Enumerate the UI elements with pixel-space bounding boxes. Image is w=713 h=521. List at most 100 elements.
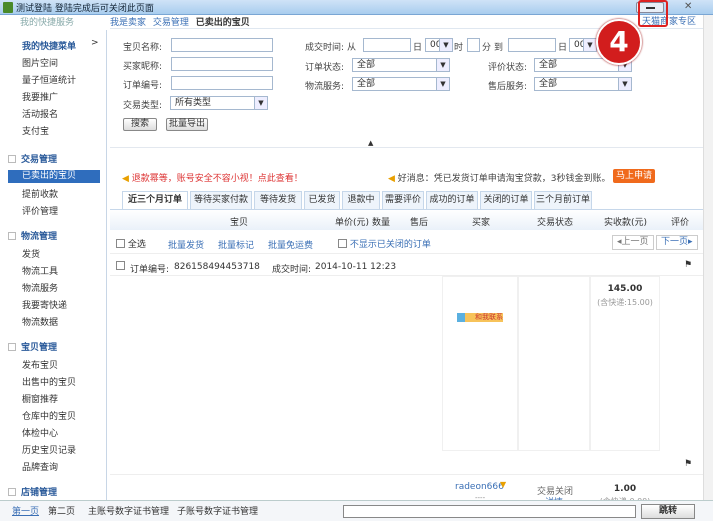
vertical-scrollbar[interactable]: [703, 15, 713, 500]
tab-older[interactable]: 三个月前订单: [534, 191, 592, 209]
col-buyer: 买家: [472, 218, 491, 228]
select-all-checkbox[interactable]: 全选: [116, 237, 146, 250]
sidebar-item[interactable]: 仓库中的宝贝: [22, 409, 76, 422]
sidebar-item[interactable]: 历史宝贝记录: [22, 443, 76, 456]
batch-mark-link[interactable]: 批量标记: [218, 238, 254, 251]
tab-needs-review[interactable]: 需要评价: [382, 191, 424, 209]
order-checkbox[interactable]: [116, 261, 125, 272]
tab-shipped[interactable]: 已发货: [304, 191, 340, 209]
sidebar-item[interactable]: 体检中心: [22, 426, 58, 439]
chevron-down-icon: ▼: [439, 39, 452, 51]
sidebar-item[interactable]: 图片空间: [22, 56, 58, 69]
order-status-label: 订单状态:: [305, 63, 345, 73]
sidebar-group-logistics[interactable]: 物流管理: [8, 229, 57, 242]
sidebar-item[interactable]: 量子恒道统计: [22, 73, 76, 86]
sidebar-item[interactable]: 物流数据: [22, 315, 58, 328]
contact-me-button[interactable]: 和我联系: [457, 313, 503, 322]
buyer-nick-input[interactable]: [171, 57, 273, 71]
batch-ship-link[interactable]: 批量发货: [168, 238, 204, 251]
close-button[interactable]: ✕: [684, 1, 692, 12]
sidebar-item[interactable]: 物流工具: [22, 264, 58, 277]
quick-menu-title[interactable]: 我的快捷菜单: [22, 39, 76, 52]
item-name-label: 宝贝名称:: [123, 43, 163, 53]
collapse-arrow-icon[interactable]: ▲: [368, 139, 373, 147]
speaker-icon: ◀: [122, 174, 132, 184]
chevron-down-icon: ▼: [254, 97, 267, 109]
order-no-input[interactable]: [171, 76, 273, 90]
logistics-select[interactable]: 全部 ▼: [352, 77, 450, 91]
sidebar-item[interactable]: 发货: [22, 247, 40, 260]
export-button[interactable]: 批量导出: [166, 118, 208, 131]
sidebar-quick-services[interactable]: 我的快捷服务: [0, 15, 107, 29]
sheet-tab-sub-cert[interactable]: 子账号数字证书管理: [177, 504, 258, 517]
hide-closed-checkbox[interactable]: 不显示已关闭的订单: [338, 237, 431, 250]
col-qty: 数量: [372, 218, 391, 228]
sidebar-item[interactable]: 物流服务: [22, 281, 58, 294]
end-date-input[interactable]: [508, 38, 556, 52]
apply-now-button[interactable]: 马上申请: [613, 169, 655, 183]
chevron-right-icon[interactable]: >: [91, 38, 99, 48]
order-status-select[interactable]: 全部 ▼: [352, 58, 450, 72]
sidebar-item[interactable]: 品牌查询: [22, 460, 58, 473]
search-button[interactable]: 搜索: [123, 118, 157, 131]
step-badge: 4: [596, 19, 642, 65]
sheet-tab-main-cert[interactable]: 主账号数字证书管理: [88, 504, 169, 517]
sidebar-item[interactable]: 评价管理: [22, 204, 58, 217]
sheet-tab-page2[interactable]: 第二页: [48, 504, 75, 517]
sidebar-group-trade[interactable]: 交易管理: [8, 152, 57, 165]
tab-successful[interactable]: 成功的订单: [426, 191, 478, 209]
start-minute-input[interactable]: [467, 38, 480, 52]
next-page-button[interactable]: 下一页▸: [656, 235, 698, 250]
divider: [110, 147, 703, 148]
tab-closed[interactable]: 关闭的订单: [480, 191, 532, 209]
after-sale-select[interactable]: 全部 ▼: [534, 77, 632, 91]
breadcrumb-seller[interactable]: 我是卖家: [110, 18, 146, 28]
trade-type-label: 交易类型:: [123, 101, 163, 111]
sidebar-item[interactable]: 活动报名: [22, 107, 58, 120]
sidebar-item[interactable]: 橱窗推荐: [22, 392, 58, 405]
collapse-icon: [8, 155, 16, 163]
select-all-label: 全选: [127, 240, 146, 250]
highlight-box: [638, 0, 668, 27]
item-name-input[interactable]: [171, 38, 273, 52]
sheet-tab-page1[interactable]: 第一页: [12, 504, 39, 517]
sidebar-item[interactable]: 我要寄快递: [22, 298, 67, 311]
flag-icon[interactable]: ⚑: [684, 260, 692, 270]
start-date-input[interactable]: [363, 38, 411, 52]
trade-type-select[interactable]: 所有类型 ▼: [170, 96, 268, 110]
day-label: 日: [558, 43, 568, 53]
order-header-row: 订单编号: 826158494453718 成交时间: 2014-10-11 1…: [110, 256, 703, 276]
group-title: 交易管理: [21, 155, 58, 165]
speaker-icon: ◀: [388, 174, 398, 184]
goto-button[interactable]: 跳转: [641, 504, 695, 519]
sidebar-item[interactable]: 我要推广: [22, 90, 58, 103]
breadcrumb-trade[interactable]: 交易管理: [153, 18, 189, 28]
security-notice-link[interactable]: ◀ 退款幂等，账号安全不容小视！点此查看！: [122, 171, 303, 184]
sidebar-item-sold[interactable]: 已卖出的宝贝: [8, 170, 100, 183]
batch-free-shipping-link[interactable]: 批量免运费: [268, 238, 313, 251]
group-title: 物流管理: [21, 232, 58, 242]
goto-input[interactable]: [343, 505, 636, 518]
sidebar-item[interactable]: 提前收款: [22, 187, 58, 200]
tab-awaiting-payment[interactable]: 等待买家付款: [190, 191, 252, 209]
prev-page-button[interactable]: ◂上一页: [612, 235, 654, 250]
sidebar-group-items[interactable]: 宝贝管理: [8, 340, 57, 353]
select-value: 所有类型: [175, 98, 212, 108]
sidebar-group-shop[interactable]: 店铺管理: [8, 485, 57, 498]
from-label: 从: [347, 43, 357, 53]
select-value: 全部: [357, 60, 376, 70]
hour-label: 时: [454, 43, 464, 53]
chevron-down-icon: ▼: [436, 78, 449, 90]
flag-icon[interactable]: ⚑: [684, 459, 692, 469]
order-shipping: (含快递:15.00): [597, 298, 653, 307]
start-hour-select[interactable]: 00 ▼: [425, 38, 453, 52]
chevron-down-icon: ▼: [618, 78, 631, 90]
sidebar-item[interactable]: 出售中的宝贝: [22, 375, 76, 388]
buyer-link[interactable]: radeon666: [455, 482, 504, 492]
tab-awaiting-shipment[interactable]: 等待发货: [254, 191, 302, 209]
sidebar-item[interactable]: 发布宝贝: [22, 358, 58, 371]
sidebar-item[interactable]: 支付宝: [22, 124, 49, 137]
tab-recent-3-months[interactable]: 近三个月订单: [122, 191, 188, 209]
tab-refunding[interactable]: 退款中: [342, 191, 380, 209]
end-hour-select[interactable]: 00 ▼: [569, 38, 597, 52]
